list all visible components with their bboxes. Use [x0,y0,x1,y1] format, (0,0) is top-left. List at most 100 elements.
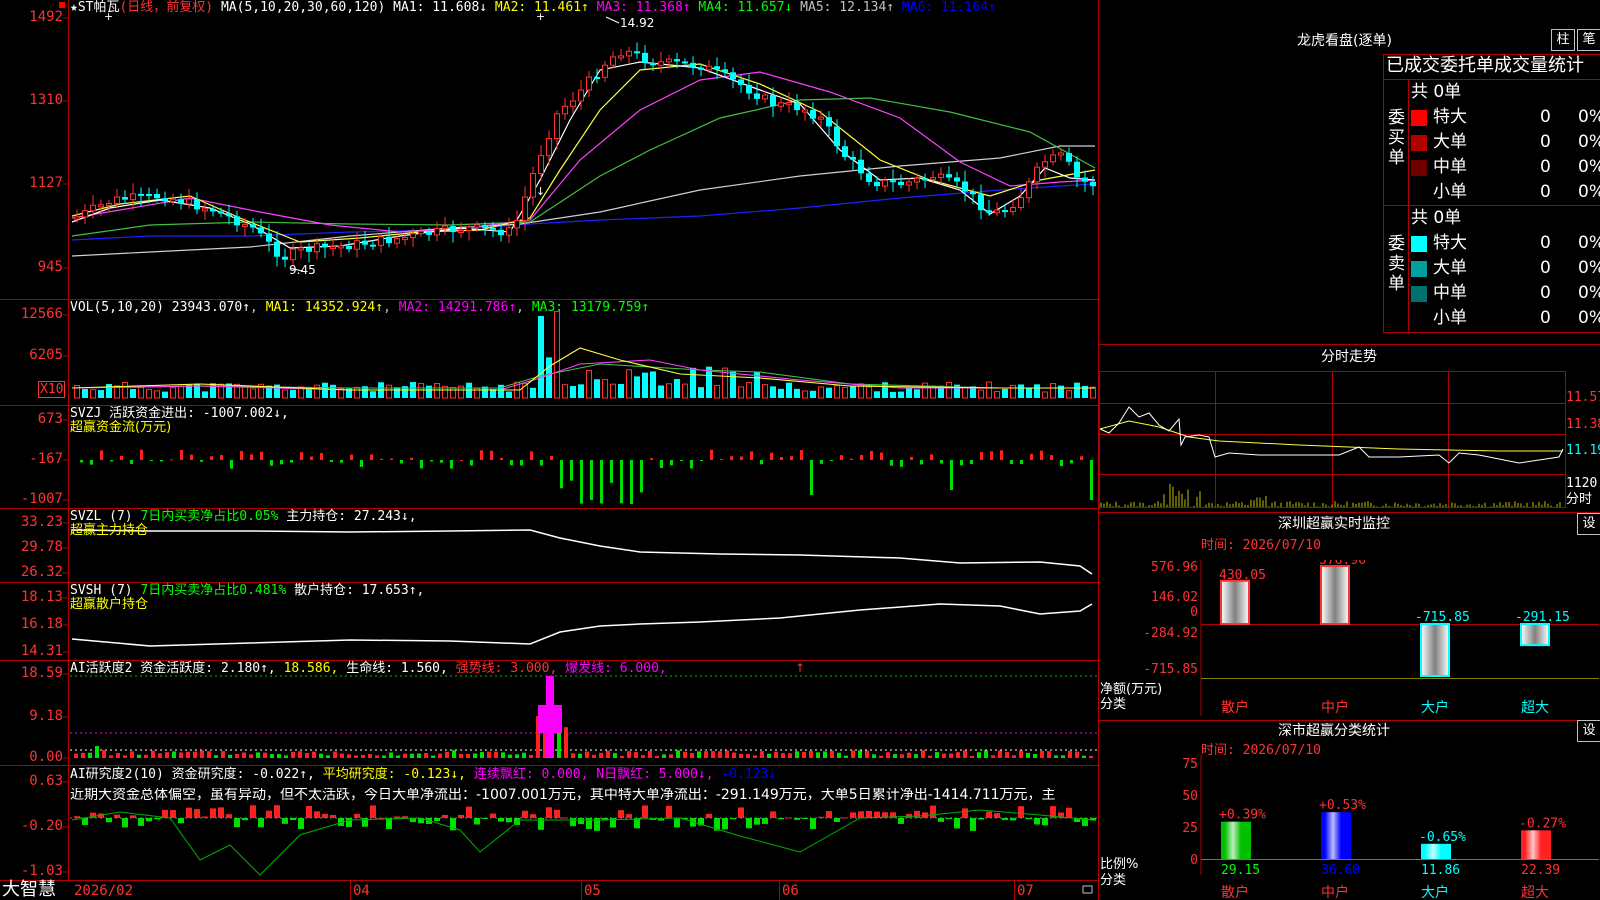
svzl-header: SVZL (7) 7日内买卖净占比0.05% 主力持仓: 27.243↓, [70,509,417,524]
candle [618,55,624,59]
activity-bar [641,755,645,758]
candle [1074,161,1080,178]
candle [762,94,768,100]
net-amount-bar [1520,623,1550,647]
candle [146,193,152,196]
volume-bar [322,382,328,398]
volume-bar [130,389,136,398]
flow-bar [570,460,573,481]
category-label: 散户 [1221,884,1249,900]
candle [842,146,848,157]
activity-bar [809,750,813,758]
flow-bar [540,460,543,466]
activity-bar [592,754,596,758]
candle [562,105,568,115]
flow-bar [190,454,193,460]
activity-bar [382,755,386,758]
activity-bar [200,750,204,758]
sz-class-settings-button[interactable]: 设 [1577,720,1600,742]
legend-swatch [1411,110,1427,126]
activity-bar [998,750,1002,758]
volume-bar [618,383,624,398]
volume-bar [818,386,824,399]
research-bar [962,808,968,818]
candle [522,196,528,221]
category-label: 大户 [1421,699,1449,716]
research-bar [986,811,992,818]
volume-bar [826,387,832,398]
research-bar [810,818,816,830]
flow-bar [1030,453,1033,460]
flow-bar [830,460,833,461]
research-bar [106,818,112,823]
flow-bar [270,460,273,466]
kline-chart-area[interactable]: + + ↓ ↑ [0,0,1100,900]
order-percent: 0% [1578,157,1600,177]
lhb-bar-button[interactable]: 柱 [1551,29,1575,51]
sz-monitor-settings-button[interactable]: 设 [1577,513,1600,535]
activity-bar [102,750,106,758]
volume-bar [698,387,704,398]
order-percent: 0% [1578,258,1600,278]
activity-bar [144,754,148,758]
ma2-value: MA2: 11.461↑ [494,0,589,15]
candle [242,223,248,227]
lhb-tick-button[interactable]: 笔 [1577,29,1600,51]
candle [802,109,808,113]
flow-bar [800,450,803,460]
activity-bar [375,755,379,758]
order-size-label: 大单 [1433,132,1467,152]
volume-bar [658,385,664,398]
candle [938,173,944,179]
research-bar [946,818,952,819]
svsh-subtitle: 超赢散户持仓 [70,597,149,612]
ratio-bar-shine [1225,821,1241,859]
sz-class-xlabel: 分类 [1100,873,1127,888]
x-axis-label: 07 [1017,883,1034,899]
flow-bar [900,460,903,467]
star-icon[interactable]: ★ [70,0,78,15]
candle [1010,206,1016,213]
volume-bar [914,389,920,398]
activity-bar [921,750,925,758]
activity-bar [732,752,736,758]
candle [258,227,264,234]
research-bar [1034,818,1040,825]
volume-bar [794,388,800,398]
research-bar [1042,818,1048,826]
volume-bar [898,391,904,398]
order-count: 0 [1540,132,1551,152]
order-size-label: 特大 [1433,233,1467,253]
research-bar [498,818,504,822]
app-brand[interactable]: 大智慧 [2,880,56,900]
activity-bar [340,753,344,758]
flow-bar [1040,450,1043,460]
activity-bar [627,751,631,758]
candle [610,56,616,66]
candle [1058,152,1064,156]
period-label[interactable]: (日线，前复权) [119,0,213,15]
research-bar [706,813,712,818]
candle [594,77,600,80]
flow-bar [340,460,343,463]
activity-bar [648,751,652,758]
retail-hold-line [71,603,1093,647]
research-bar [1026,818,1032,820]
flow-bar [400,460,403,464]
legend-swatch [1411,286,1427,302]
activity-bar [354,755,358,758]
flow-bar [120,455,123,460]
volume-bar [570,386,576,398]
candle [570,100,576,107]
candle [1042,161,1048,168]
volume-bar [98,390,104,398]
activity-bar [739,753,743,758]
flow-bar [720,459,723,461]
volume-bar [962,387,968,399]
svsh-y-label: 14.31 [20,643,63,659]
research-bar [826,811,832,818]
activity-bar [515,754,519,758]
fenshi-chart[interactable] [1099,371,1600,509]
activity-bar [284,755,288,758]
volume-bar [450,387,456,399]
